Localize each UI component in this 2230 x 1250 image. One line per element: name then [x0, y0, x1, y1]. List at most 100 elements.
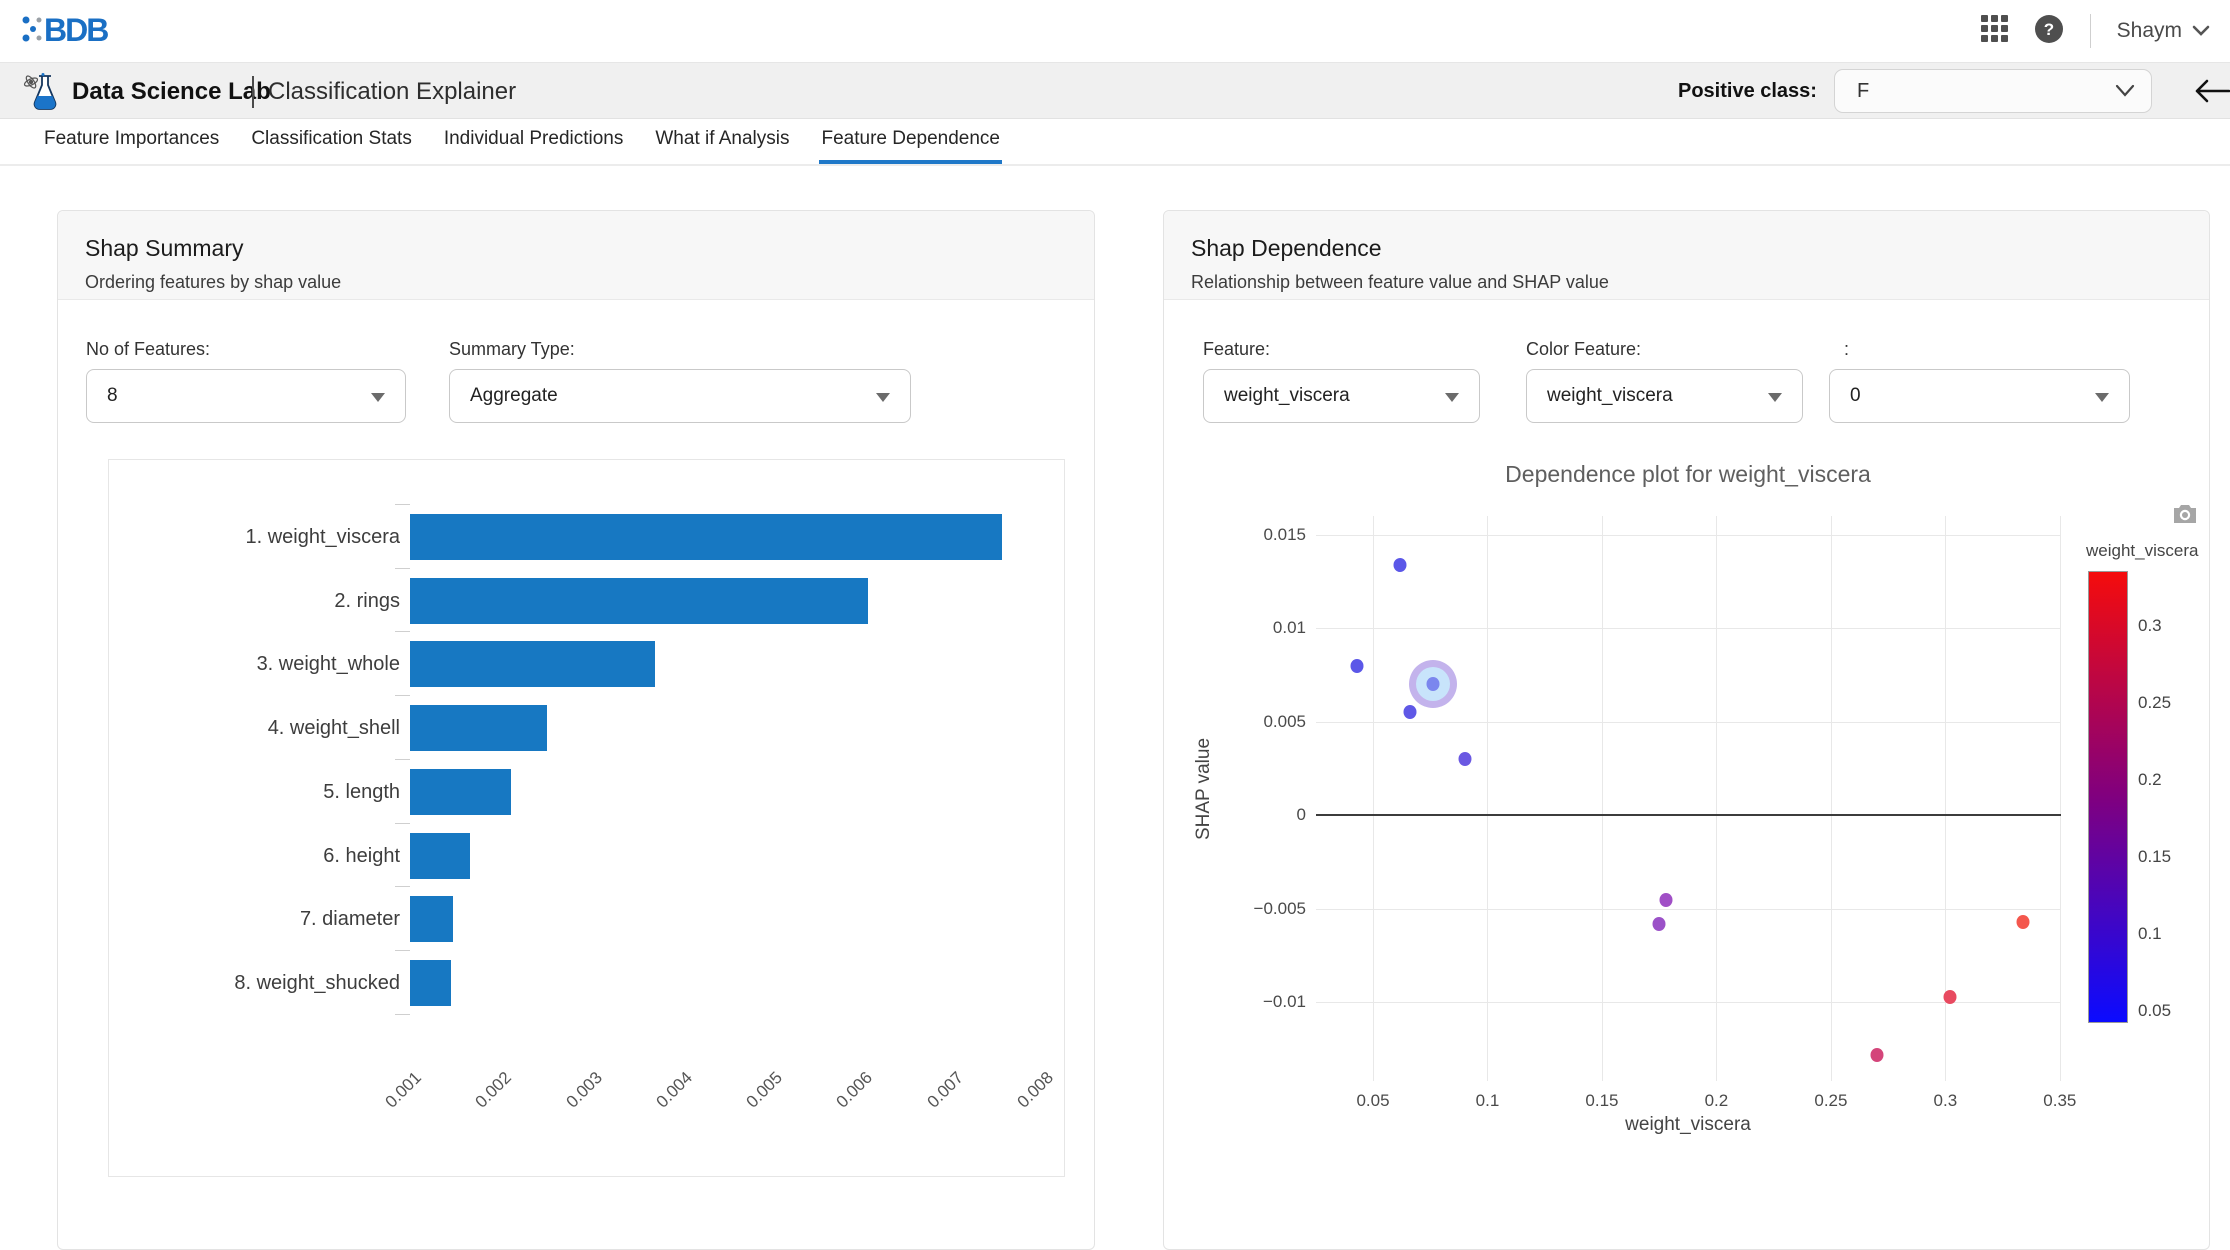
scatter-x-tick-label: 0.05: [1356, 1091, 1389, 1111]
scatter-y-tick-label: 0.005: [1216, 712, 1306, 732]
index-select[interactable]: 0: [1829, 369, 2130, 423]
scatter-point[interactable]: [1458, 752, 1471, 766]
dependence-plot-title: Dependence plot for weight_viscera: [1505, 461, 1871, 488]
index-label: :: [1844, 339, 1849, 360]
feature-select[interactable]: weight_viscera: [1203, 369, 1480, 423]
app-title: Data Science Lab: [72, 78, 271, 106]
scatter-y-tick-label: −0.005: [1216, 899, 1306, 919]
bar-weight_shucked[interactable]: [410, 960, 451, 1006]
num-features-label: No of Features:: [86, 339, 210, 360]
selected-scatter-point[interactable]: [1426, 677, 1439, 691]
colorbar-tick-label: 0.25: [2138, 693, 2171, 713]
summary-type-value: Aggregate: [470, 385, 558, 406]
bar-category-label: 6. height: [109, 833, 400, 879]
colorbar-tick-label: 0.2: [2138, 770, 2162, 790]
colorbar-title: weight_viscera: [2086, 541, 2198, 561]
bar-x-tick-label: 0.001: [382, 1068, 426, 1112]
positive-class-label: Positive class:: [1678, 80, 1817, 103]
scatter-point[interactable]: [1403, 705, 1416, 719]
scatter-y-tick-label: 0.01: [1216, 618, 1306, 638]
top-bar: BDB ? Shaym: [0, 0, 2230, 62]
positive-class-select[interactable]: F: [1834, 69, 2152, 113]
index-value: 0: [1850, 385, 1861, 406]
bar-weight_viscera[interactable]: [410, 514, 1002, 560]
bar-weight_shell[interactable]: [410, 705, 547, 751]
bdb-logo[interactable]: BDB: [18, 8, 128, 57]
scatter-point[interactable]: [1943, 990, 1956, 1004]
chevron-down-icon: [2192, 19, 2210, 43]
bar-x-tick-label: 0.006: [833, 1068, 877, 1112]
color-feature-label: Color Feature:: [1526, 339, 1641, 360]
dropdown-caret-icon: [2095, 393, 2109, 402]
tab-individual-predictions[interactable]: Individual Predictions: [444, 119, 624, 164]
gridline-horizontal: [1316, 909, 2061, 910]
category-tick: [395, 886, 410, 887]
camera-icon[interactable]: [2172, 503, 2198, 530]
category-tick: [395, 568, 410, 569]
bar-rings[interactable]: [410, 578, 868, 624]
tab-feature-dependence[interactable]: Feature Dependence: [821, 119, 1000, 164]
gridline-vertical: [2060, 516, 2061, 1081]
tab-feature-importances[interactable]: Feature Importances: [44, 119, 219, 164]
bar-rows: 1. weight_viscera2. rings3. weight_whole…: [109, 460, 1066, 1060]
shap-dependence-card: Shap Dependence Relationship between fea…: [1163, 210, 2210, 1250]
svg-text:?: ?: [2043, 20, 2053, 39]
gridline-vertical: [1373, 516, 1374, 1081]
bar-height[interactable]: [410, 833, 470, 879]
help-icon[interactable]: ?: [2034, 14, 2064, 49]
scatter-point[interactable]: [1394, 558, 1407, 572]
category-tick: [395, 631, 410, 632]
bar-weight_whole[interactable]: [410, 641, 655, 687]
back-arrow-icon[interactable]: [2192, 77, 2230, 110]
topbar-divider: [2090, 14, 2091, 48]
bar-diameter[interactable]: [410, 896, 453, 942]
scatter-x-tick-label: 0.1: [1476, 1091, 1500, 1111]
color-feature-select[interactable]: weight_viscera: [1526, 369, 1803, 423]
dropdown-caret-icon: [1768, 393, 1782, 402]
num-features-value: 8: [107, 385, 118, 406]
tab-classification-stats[interactable]: Classification Stats: [251, 119, 412, 164]
category-tick: [395, 695, 410, 696]
gridline-horizontal: [1316, 535, 2061, 536]
zero-line: [1316, 814, 2061, 816]
scatter-y-tick-label: 0.015: [1216, 525, 1306, 545]
gridline-vertical: [1487, 516, 1488, 1081]
scatter-point[interactable]: [2017, 915, 2030, 929]
num-features-select[interactable]: 8: [86, 369, 406, 423]
shap-summary-title: Shap Summary: [85, 235, 1094, 262]
scatter-x-tick-label: 0.35: [2043, 1091, 2076, 1111]
bar-x-axis: 0.0010.0020.0030.0040.0050.0060.0070.008: [410, 1060, 1064, 1170]
data-science-lab-flask-icon: [22, 71, 64, 118]
summary-type-label: Summary Type:: [449, 339, 575, 360]
category-tick: [395, 504, 410, 505]
dropdown-caret-icon: [876, 393, 890, 402]
gridline-vertical: [1831, 516, 1832, 1081]
scatter-point[interactable]: [1653, 917, 1666, 931]
bar-category-label: 3. weight_whole: [109, 641, 400, 687]
bar-x-tick-label: 0.007: [923, 1068, 967, 1112]
dropdown-caret-icon: [1445, 393, 1459, 402]
shap-dependence-subtitle: Relationship between feature value and S…: [1191, 272, 2209, 293]
scatter-point[interactable]: [1350, 659, 1363, 673]
bar-length[interactable]: [410, 769, 511, 815]
shap-summary-card: Shap Summary Ordering features by shap v…: [57, 210, 1095, 1250]
shap-summary-header: Shap Summary Ordering features by shap v…: [58, 211, 1094, 300]
colorbar-tick-label: 0.3: [2138, 616, 2162, 636]
gridline-vertical: [1602, 516, 1603, 1081]
dropdown-caret-icon: [371, 393, 385, 402]
summary-type-select[interactable]: Aggregate: [449, 369, 911, 423]
shap-summary-subtitle: Ordering features by shap value: [85, 272, 1094, 293]
bar-category-label: 8. weight_shucked: [109, 960, 400, 1006]
scatter-point[interactable]: [1660, 893, 1673, 907]
scatter-point[interactable]: [1870, 1048, 1883, 1062]
bar-x-tick-label: 0.004: [652, 1068, 696, 1112]
colorbar-tick-label: 0.15: [2138, 847, 2171, 867]
shap-dependence-title: Shap Dependence: [1191, 235, 2209, 262]
feature-label: Feature:: [1203, 339, 1270, 360]
user-menu[interactable]: Shaym: [2117, 19, 2210, 43]
bar-category-label: 2. rings: [109, 578, 400, 624]
tab-what-if-analysis[interactable]: What if Analysis: [655, 119, 789, 164]
bar-x-tick-label: 0.008: [1013, 1068, 1057, 1112]
apps-grid-icon[interactable]: [1981, 15, 2008, 47]
feature-value: weight_viscera: [1224, 385, 1350, 406]
